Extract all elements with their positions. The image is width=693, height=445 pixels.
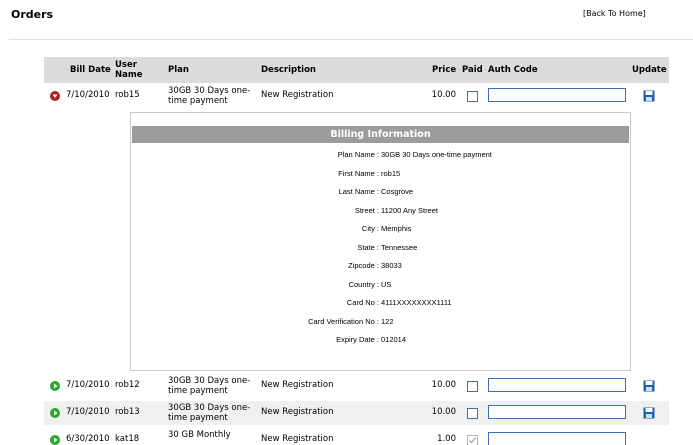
billing-value: Memphis [381, 224, 412, 233]
expand-arrow-icon[interactable] [50, 435, 60, 445]
billing-value: 30GB 30 Days one-time payment [381, 150, 492, 159]
billing-value: 38033 [381, 261, 402, 270]
auth-code-input[interactable] [488, 378, 626, 392]
description: New Registration [261, 90, 334, 100]
bill-date: 7/10/2010 [66, 380, 110, 390]
paid-checkbox[interactable] [467, 91, 478, 102]
billing-label: City : [361, 224, 379, 233]
collapse-arrow-icon[interactable] [50, 91, 60, 101]
plan: 30GB 30 Days one-time payment [168, 376, 251, 396]
col-update: Update [632, 65, 667, 75]
billing-label: Zipcode : [348, 261, 379, 270]
user-name: kat18 [115, 434, 140, 444]
billing-label: Last Name : [338, 187, 379, 196]
floppy-disk-icon[interactable] [643, 90, 655, 105]
checkmark-icon [469, 437, 476, 444]
page-title: Orders [11, 8, 54, 21]
billing-field-zipcode: Zipcode : 38033 [131, 261, 630, 273]
description: New Registration [261, 407, 334, 417]
col-plan: Plan [168, 65, 189, 75]
floppy-disk-icon[interactable] [643, 380, 655, 395]
billing-value: rob15 [381, 168, 401, 178]
table-row: 7/10/2010 rob15 30GB 30 Days one-time pa… [44, 84, 669, 108]
table-row: 7/10/2010 rob13 30GB 30 Days one-time pa… [44, 401, 669, 425]
billing-label: State : [357, 242, 379, 252]
billing-label: Plan Name : [337, 150, 379, 159]
billing-value: 012014 [381, 335, 407, 344]
auth-code-input[interactable] [488, 88, 626, 102]
paid-checkbox[interactable] [467, 381, 478, 392]
billing-field-card-no: Card No : 4111XXXXXXXX1111 [131, 298, 630, 310]
billing-value: US [381, 279, 392, 289]
bill-date: 7/10/2010 [66, 90, 110, 100]
col-auth-code: Auth Code [488, 65, 538, 75]
billing-field-country: Country : US [131, 280, 630, 292]
user-name: rob12 [115, 380, 140, 390]
expand-arrow-icon[interactable] [50, 381, 60, 391]
plan: 30GB 30 Days one-time payment [168, 86, 251, 106]
bill-date: 6/30/2010 [66, 434, 110, 444]
paid-checkbox[interactable] [467, 435, 478, 445]
paid-checkbox[interactable] [467, 408, 478, 419]
billing-field-expiry-date: Expiry Date : 012014 [131, 335, 630, 347]
floppy-disk-icon[interactable] [643, 407, 655, 422]
col-user-name: User Name [115, 60, 142, 80]
billing-label: Street : [354, 205, 379, 215]
price: 1.00 [437, 434, 456, 444]
user-name: rob15 [115, 90, 140, 100]
billing-field-card-verification-no: Card Verification No : 122 [131, 317, 630, 329]
billing-value: Cosgrove [381, 187, 414, 196]
plan: 30 GB Monthly [168, 430, 231, 440]
table-row: 6/30/2010 kat18 30 GB Monthly New Regist… [44, 428, 669, 445]
expand-arrow-icon[interactable] [50, 408, 60, 418]
col-user-name-line1: User [115, 60, 137, 70]
billing-label: First Name : [338, 168, 379, 178]
col-paid: Paid [462, 65, 483, 75]
billing-value: Tennessee [381, 242, 418, 252]
billing-label: Country : [348, 279, 379, 289]
auth-code-input[interactable] [488, 405, 626, 419]
billing-field-state: State : Tennessee [131, 243, 630, 255]
col-description: Description [261, 65, 316, 75]
table-row: 7/10/2010 rob12 30GB 30 Days one-time pa… [44, 374, 669, 398]
billing-information-panel: Billing Information Plan Name : 30GB 30 … [130, 112, 631, 371]
auth-code-input[interactable] [488, 432, 626, 445]
billing-field-street: Street : 11200 Any Street [131, 206, 630, 218]
price: 10.00 [431, 90, 456, 100]
price: 10.00 [431, 380, 456, 390]
billing-label: Expiry Date : [336, 335, 379, 344]
description: New Registration [261, 434, 334, 444]
description: New Registration [261, 380, 334, 390]
back-to-home-link[interactable]: [Back To Home] [583, 9, 646, 18]
billing-value: 4111XXXXXXXX1111 [381, 298, 452, 307]
billing-value: 122 [381, 316, 394, 326]
bill-date: 7/10/2010 [66, 407, 110, 417]
billing-field-first-name: First Name : rob15 [131, 169, 630, 181]
table-header: Bill Date User Name Plan Description Pri… [44, 57, 669, 83]
col-price: Price [432, 65, 457, 75]
orders-table: Bill Date User Name Plan Description Pri… [44, 57, 669, 445]
user-name: rob13 [115, 407, 140, 417]
col-bill-date: Bill Date [70, 65, 111, 75]
billing-label: Card No : [346, 298, 379, 307]
divider [9, 39, 693, 40]
billing-field-last-name: Last Name : Cosgrove [131, 187, 630, 199]
billing-field-plan-name: Plan Name : 30GB 30 Days one-time paymen… [131, 150, 630, 162]
billing-field-city: City : Memphis [131, 224, 630, 236]
billing-label: Card Verification No : [308, 316, 379, 326]
plan: 30GB 30 Days one-time payment [168, 403, 251, 423]
billing-value: 11200 Any Street [381, 205, 438, 215]
price: 10.00 [431, 407, 456, 417]
col-user-name-line2: Name [115, 70, 143, 80]
billing-information-heading: Billing Information [132, 126, 629, 143]
